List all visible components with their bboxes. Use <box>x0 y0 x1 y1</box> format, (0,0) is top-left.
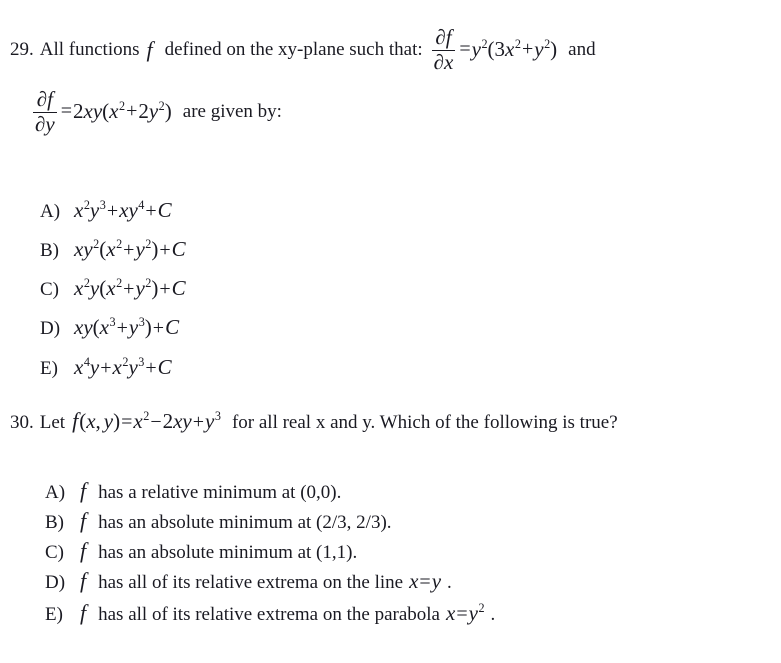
option-b-label: B) <box>40 240 59 261</box>
question-30-stem: 30. Let f(x, y)=x2−2xy+y3 for all real x … <box>10 408 618 434</box>
option-d[interactable]: D) xy(x3+y3)+C <box>40 315 179 340</box>
option-b-expression: xy2(x2+y2)+C <box>74 237 186 261</box>
option-b-label: B) <box>45 512 64 533</box>
eq2-plus-sign: + <box>126 100 138 123</box>
option-c-text: has an absolute minimum at (1,1). <box>98 542 358 563</box>
option-e-text: has all of its relative extrema on the p… <box>98 604 440 625</box>
option-a[interactable]: A) f has a relative minimum at (0,0). <box>45 478 341 504</box>
option-c-function-symbol: f <box>80 538 87 563</box>
option-a-function-symbol: f <box>80 478 87 503</box>
question-30-number: 30. <box>10 412 34 433</box>
eq1-term2-y: y2 <box>534 37 551 62</box>
partial-derivative-fx-fraction: ∂f ∂x <box>431 25 456 75</box>
option-c[interactable]: C) f has an absolute minimum at (1,1). <box>45 538 357 564</box>
eq2-term2-coefficient: 2 <box>138 99 149 124</box>
partial-fy-denominator: ∂y <box>35 112 55 137</box>
option-b[interactable]: B) f has an absolute minimum at (2/3, 2/… <box>45 508 392 534</box>
question-30-function-definition: f(x, y)=x2−2xy+y3 <box>72 408 221 433</box>
partial-fy-numerator: ∂f <box>36 87 53 111</box>
eq1-close-paren: ) <box>550 37 558 62</box>
option-d-expression: xy(x3+y3)+C <box>74 315 180 339</box>
option-d-label: D) <box>40 318 61 339</box>
question-29-conjunction: and <box>568 38 596 60</box>
option-e-label: E) <box>45 604 63 625</box>
eq2-term1-x: x2 <box>109 99 126 124</box>
option-b-text: has an absolute minimum at (2/3, 2/3). <box>98 512 392 533</box>
partial-fx-numerator: ∂f <box>435 25 452 49</box>
option-c-expression: x2y(x2+y2)+C <box>74 276 186 300</box>
option-c-label: C) <box>40 279 59 300</box>
option-b-function-symbol: f <box>80 508 87 533</box>
question-30-stem-text-2: for all real x and y. Which of the follo… <box>231 412 618 433</box>
option-d-function-symbol: f <box>80 568 87 593</box>
eq2-var-x: x <box>83 99 93 124</box>
question-29-number: 29. <box>10 38 34 60</box>
option-d-label: D) <box>45 572 66 593</box>
question-29-function-symbol: f <box>146 36 153 62</box>
partial-fx-denominator: ∂x <box>433 50 454 75</box>
option-e-expression: x4y+x2y3+C <box>74 355 172 379</box>
eq2-coefficient: 2 <box>72 99 84 124</box>
option-e[interactable]: E) x4y+x2y3+C <box>40 355 172 380</box>
option-c-label: C) <box>45 542 64 563</box>
option-e-function-symbol: f <box>80 600 87 625</box>
option-b[interactable]: B) xy2(x2+y2)+C <box>40 237 186 262</box>
option-d-equation: x=y <box>409 569 442 593</box>
option-a-text: has a relative minimum at (0,0). <box>98 482 342 503</box>
question-29-stem-line-2: ∂f ∂y = 2 x y ( x2 + 2 y2 ) are given by… <box>30 88 282 135</box>
option-a-expression: x2y3+xy4+C <box>74 198 172 222</box>
option-d-period: . <box>447 572 452 593</box>
eq1-term1-coefficient: 3 <box>494 37 506 62</box>
eq2-var-y: y <box>92 99 103 124</box>
eq2-term2-y: y2 <box>148 99 165 124</box>
question-29-stem-tail: are given by: <box>182 100 282 122</box>
equals-sign: = <box>60 100 72 123</box>
eq2-close-paren: ) <box>164 99 172 124</box>
eq1-rhs-y: y2 <box>471 37 488 62</box>
option-a-label: A) <box>40 201 61 222</box>
question-30-stem-text-1: Let <box>39 412 66 433</box>
question-29-stem-text-2: defined on the xy-plane such that: <box>164 38 423 60</box>
eq1-term1-x: x2 <box>505 37 521 62</box>
option-d[interactable]: D) f has all of its relative extrema on … <box>45 568 452 594</box>
option-a-label: A) <box>45 482 66 503</box>
question-29-stem-line-1: 29. All functions f defined on the xy-pl… <box>10 26 596 73</box>
option-e-equation: x=y2 <box>446 601 485 625</box>
partial-derivative-fy-fraction: ∂f ∂y <box>33 87 57 137</box>
eq1-open-paren: ( <box>487 37 495 62</box>
option-e-period: . <box>490 604 496 625</box>
option-a[interactable]: A) x2y3+xy4+C <box>40 198 172 223</box>
option-e[interactable]: E) f has all of its relative extrema on … <box>45 600 495 626</box>
option-c[interactable]: C) x2y(x2+y2)+C <box>40 276 186 301</box>
equals-sign: = <box>459 38 471 61</box>
option-e-label: E) <box>40 358 58 379</box>
eq1-plus-sign: + <box>521 38 534 61</box>
option-d-text: has all of its relative extrema on the l… <box>98 572 404 593</box>
question-29-stem-text-1: All functions <box>39 38 140 60</box>
